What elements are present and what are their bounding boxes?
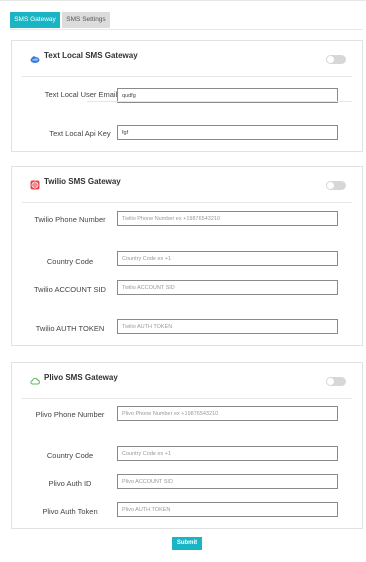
twilio-card-header: Twilio SMS Gateway — [30, 167, 346, 199]
plivo-toggle[interactable] — [326, 377, 346, 386]
twilio-token-field[interactable] — [117, 319, 338, 334]
plivo-country-label: Country Code — [46, 451, 94, 460]
twilio-card: Twilio SMS Gateway Twilio Phone Number C… — [11, 166, 363, 346]
textlocal-title: Text Local SMS Gateway — [44, 51, 138, 60]
twilio-title: Twilio SMS Gateway — [44, 177, 121, 186]
card-divider — [22, 76, 352, 77]
plivo-cloud-icon — [30, 373, 40, 385]
twilio-sid-label: Twilio ACCOUNT SID — [34, 285, 106, 294]
tab-bar: SMS Gateway SMS Settings — [10, 12, 110, 28]
textlocal-card: Text Local SMS Gateway Text Local User E… — [11, 40, 363, 152]
textlocal-apikey-field[interactable] — [117, 125, 338, 140]
card-divider — [22, 202, 352, 203]
plivo-authid-field[interactable] — [117, 474, 338, 489]
twilio-toggle[interactable] — [326, 181, 346, 190]
card-divider — [22, 398, 352, 399]
plivo-authtoken-label: Plivo Auth Token — [42, 507, 98, 516]
plivo-card: Plivo SMS Gateway Plivo Phone Number Cou… — [11, 362, 363, 529]
plivo-authid-label: Plivo Auth ID — [48, 479, 92, 488]
twilio-token-label: Twilio AUTH TOKEN — [35, 324, 105, 333]
textlocal-toggle[interactable] — [326, 55, 346, 64]
twilio-phone-label: Twilio Phone Number — [34, 215, 106, 224]
submit-button[interactable]: Submit — [172, 537, 202, 550]
textlocal-email-label: Text Local User Email — [44, 90, 118, 99]
plivo-phone-field[interactable] — [117, 406, 338, 421]
twilio-country-label: Country Code — [46, 257, 94, 266]
top-divider — [0, 0, 366, 1]
plivo-authtoken-field[interactable] — [117, 502, 338, 517]
twilio-icon — [30, 177, 40, 190]
plivo-phone-label: Plivo Phone Number — [35, 410, 105, 419]
plivo-title: Plivo SMS Gateway — [44, 373, 118, 382]
tab-bar-divider — [10, 29, 363, 30]
cloud-icon — [30, 51, 40, 63]
tab-sms-gateway[interactable]: SMS Gateway — [10, 12, 60, 28]
plivo-country-field[interactable] — [117, 446, 338, 461]
twilio-sid-field[interactable] — [117, 280, 338, 295]
toggle-knob — [327, 56, 334, 63]
toggle-knob — [327, 182, 334, 189]
textlocal-card-header: Text Local SMS Gateway — [30, 41, 346, 73]
twilio-phone-field[interactable] — [117, 211, 338, 226]
tab-sms-settings[interactable]: SMS Settings — [62, 12, 110, 28]
plivo-card-header: Plivo SMS Gateway — [30, 363, 346, 395]
twilio-country-field[interactable] — [117, 251, 338, 266]
field-divider — [87, 101, 352, 102]
textlocal-apikey-label: Text Local Api Key — [49, 129, 111, 138]
toggle-knob — [327, 378, 334, 385]
